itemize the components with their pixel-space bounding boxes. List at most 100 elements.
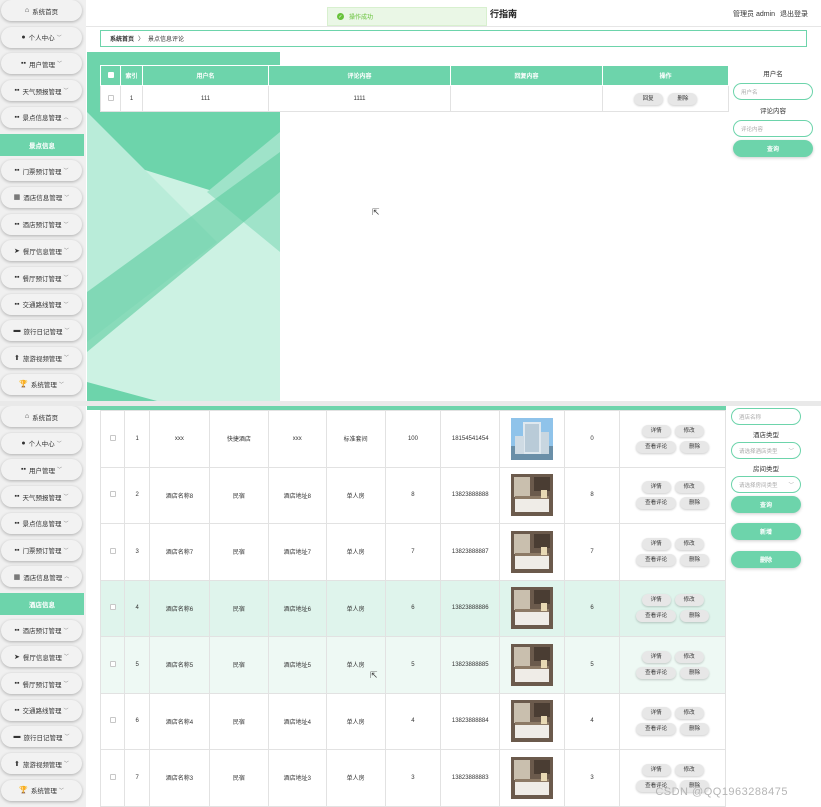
- chevron-icon: ﹀: [63, 547, 69, 554]
- username-input[interactable]: 用户名: [733, 83, 813, 100]
- detail-button[interactable]: 详情: [641, 424, 671, 437]
- edit-button[interactable]: 修改: [674, 424, 704, 437]
- sidebar-item[interactable]: ⬆ 旅游视频管理 ﹀: [1, 347, 82, 369]
- hotel-name-input[interactable]: 酒店名称: [731, 408, 801, 425]
- view-comments-button[interactable]: 查看评论: [636, 723, 677, 736]
- delete-button[interactable]: 删除: [668, 92, 698, 105]
- row-select-cell: [99, 749, 126, 807]
- hotel-search-form: 酒店名称 酒店类型 请选择酒店类型 ﹀ 房间类型 请选择房间类型 ﹀ 查询 新增…: [731, 408, 801, 568]
- home-icon: ⌂: [24, 7, 30, 14]
- edit-button[interactable]: 修改: [674, 763, 704, 776]
- view-comments-button[interactable]: 查看评论: [636, 666, 677, 679]
- edit-button[interactable]: 修改: [674, 481, 704, 494]
- detail-button[interactable]: 详情: [641, 481, 671, 494]
- row-checkbox[interactable]: [109, 434, 116, 441]
- add-button[interactable]: 新增: [731, 523, 801, 540]
- hotel-type-select[interactable]: 请选择酒店类型 ﹀: [731, 442, 801, 459]
- row-checkbox[interactable]: [109, 604, 116, 611]
- site-title: 行指南: [490, 9, 518, 19]
- row-checkbox[interactable]: [107, 94, 114, 101]
- detail-button[interactable]: 详情: [641, 594, 671, 607]
- row-checkbox[interactable]: [109, 717, 116, 724]
- sidebar-item[interactable]: ▪▪ 用户管理 ﹀: [1, 459, 82, 481]
- sidebar-item[interactable]: ⌂ 系统首页: [1, 406, 82, 427]
- sidebar-item[interactable]: ▪▪ 门票预订管理 ﹀: [1, 539, 82, 561]
- view-comments-button[interactable]: 查看评论: [636, 610, 677, 623]
- sidebar-active-item[interactable]: 酒店信息: [0, 592, 84, 615]
- select-all-checkbox[interactable]: [107, 71, 114, 78]
- mouse-cursor-icon: ⇱: [370, 670, 378, 680]
- sidebar-item[interactable]: ▬ 旅行日记管理 ﹀: [1, 320, 82, 342]
- row-checkbox[interactable]: [109, 660, 116, 667]
- view-comments-button[interactable]: 查看评论: [636, 497, 677, 510]
- comment-input[interactable]: 评论内容: [733, 120, 813, 137]
- action-line: 详情 修改: [620, 424, 725, 437]
- send-icon: ➤: [14, 247, 20, 255]
- sidebar-item[interactable]: 🏆 系统管理 ﹀: [1, 779, 82, 801]
- sidebar-item[interactable]: ▪▪ 天气预报管理 ﹀: [1, 486, 82, 508]
- sidebar-item[interactable]: ▪▪ 交通路线管理 ﹀: [1, 293, 82, 315]
- logout-link[interactable]: 退出登录: [780, 11, 808, 18]
- sidebar-item[interactable]: ▦ 酒店信息管理 ︿: [1, 566, 82, 588]
- sidebar-active-item[interactable]: 景点信息: [0, 133, 84, 156]
- sidebar-item[interactable]: ▬ 旅行日记管理 ﹀: [1, 726, 82, 748]
- sidebar-item[interactable]: ⬆ 旅游视频管理 ﹀: [1, 753, 82, 775]
- sidebar-item-label: 景点信息管理: [22, 521, 62, 529]
- reply-button[interactable]: 回复: [633, 92, 663, 105]
- batch-delete-button[interactable]: 删除: [731, 551, 801, 568]
- sidebar-item[interactable]: ▪▪ 景点信息管理 ﹀: [1, 512, 82, 534]
- row-count: 5: [563, 636, 621, 694]
- delete-button[interactable]: 删除: [680, 440, 710, 453]
- room-type-select[interactable]: 请选择房间类型 ﹀: [731, 476, 801, 493]
- detail-button[interactable]: 详情: [641, 763, 671, 776]
- row-checkbox[interactable]: [109, 547, 116, 554]
- row-hotel-address: 酒店地址7: [267, 523, 327, 581]
- sidebar-item[interactable]: ➤ 餐厅信息管理 ﹀: [1, 646, 82, 668]
- row-reply: [450, 85, 603, 112]
- col-username: 用户名: [142, 65, 269, 86]
- sidebar-item[interactable]: ▪▪ 餐厅预订管理 ﹀: [1, 673, 82, 694]
- sidebar-item[interactable]: ➤ 餐厅信息管理 ﹀: [1, 240, 82, 262]
- sidebar-item[interactable]: ▪▪ 酒店预订管理 ﹀: [1, 213, 82, 235]
- detail-button[interactable]: 详情: [641, 650, 671, 663]
- sidebar-item[interactable]: ▪▪ 天气预报管理 ﹀: [1, 80, 82, 102]
- detail-button[interactable]: 详情: [641, 707, 671, 720]
- row-checkbox[interactable]: [109, 491, 116, 498]
- delete-button[interactable]: 删除: [680, 723, 710, 736]
- view-comments-button[interactable]: 查看评论: [636, 440, 677, 453]
- row-checkbox[interactable]: [109, 773, 116, 780]
- sidebar-item[interactable]: ▦ 酒店信息管理 ﹀: [1, 186, 82, 208]
- sidebar-item[interactable]: ▪▪ 交通路线管理 ﹀: [1, 699, 82, 721]
- detail-button[interactable]: 详情: [641, 537, 671, 550]
- delete-button[interactable]: 删除: [680, 553, 710, 566]
- row-select-cell: [99, 523, 126, 581]
- edit-button[interactable]: 修改: [674, 650, 704, 663]
- edit-button[interactable]: 修改: [674, 537, 704, 550]
- sidebar-item-label: 酒店信息管理: [23, 574, 63, 582]
- breadcrumb-home[interactable]: 系统首页: [110, 34, 134, 43]
- search-button[interactable]: 查询: [733, 140, 813, 157]
- action-line: 查看评论 删除: [620, 553, 725, 566]
- row-room-type: 单人房: [325, 523, 386, 581]
- chevron-icon: ﹀: [63, 248, 69, 255]
- sidebar-item-label: 系统管理: [30, 382, 57, 390]
- chevron-icon: ﹀: [63, 627, 69, 634]
- view-comments-button[interactable]: 查看评论: [636, 553, 677, 566]
- sidebar-item[interactable]: 🏆 系统管理 ﹀: [1, 373, 82, 395]
- delete-button[interactable]: 删除: [680, 497, 710, 510]
- sidebar-item[interactable]: ▪▪ 用户管理 ﹀: [1, 53, 82, 75]
- sidebar-item[interactable]: ⌂ 系统首页: [1, 0, 82, 21]
- sidebar-item[interactable]: ▪▪ 门票预订管理 ﹀: [1, 160, 82, 182]
- sidebar-item[interactable]: ● 个人中心 ﹀: [1, 432, 82, 454]
- edit-button[interactable]: 修改: [674, 707, 704, 720]
- delete-button[interactable]: 删除: [680, 666, 710, 679]
- sidebar-item-label: 旅游视频管理: [22, 355, 62, 363]
- sidebar-item[interactable]: ● 个人中心 ﹀: [1, 26, 82, 48]
- delete-button[interactable]: 删除: [680, 610, 710, 623]
- sidebar-item[interactable]: ▪▪ 酒店预订管理 ﹀: [1, 619, 82, 641]
- sidebar-item[interactable]: ▪▪ 餐厅预订管理 ﹀: [1, 267, 82, 288]
- grid-icon: ▪▪: [14, 706, 20, 714]
- sidebar-item[interactable]: ▪▪ 景点信息管理 ︿: [1, 106, 82, 128]
- search-button[interactable]: 查询: [731, 496, 801, 513]
- edit-button[interactable]: 修改: [674, 594, 704, 607]
